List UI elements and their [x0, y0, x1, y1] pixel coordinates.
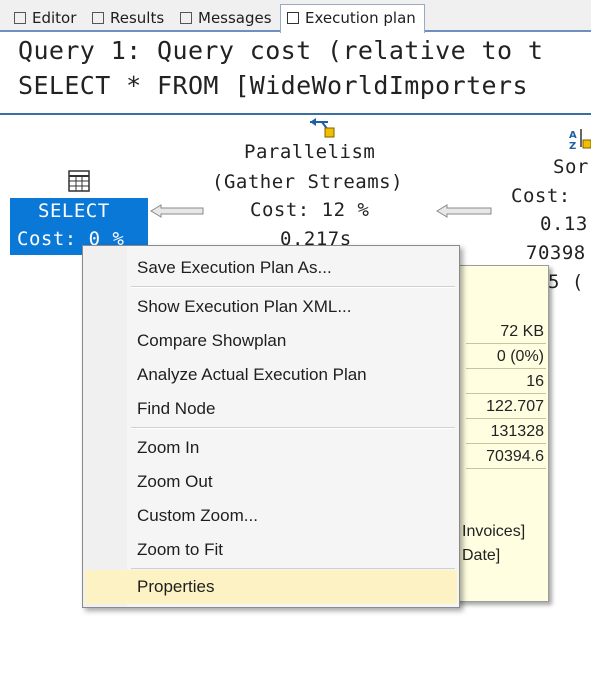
menu-item-label: Compare Showplan [137, 331, 287, 350]
menu-item-label: Show Execution Plan XML... [137, 297, 352, 316]
tab-messages-label: Messages [198, 9, 272, 27]
parallelism-node-cost: Cost: 12 % [250, 199, 370, 221]
svg-text:Z: Z [569, 141, 576, 151]
menu-item-compare-showplan[interactable]: Compare Showplan [85, 324, 457, 358]
property-object-text: Invoices] [462, 523, 526, 540]
tab-editor-label: Editor [32, 9, 77, 27]
tab-execution-plan-label: Execution plan [305, 9, 416, 27]
menu-item-label: Zoom to Fit [137, 540, 223, 559]
property-value: 70394.6 [466, 446, 546, 469]
menu-item-label: Zoom In [137, 438, 200, 457]
grid-icon [92, 12, 104, 24]
menu-item-save-plan[interactable]: Save Execution Plan As... [85, 251, 457, 285]
menu-item-label: Zoom Out [137, 472, 213, 491]
parallelism-node-icon[interactable] [308, 116, 336, 140]
property-value: 72 KB [466, 321, 546, 344]
context-menu: Save Execution Plan As... Show Execution… [82, 245, 460, 608]
sort-node-icon[interactable]: A Z [568, 127, 591, 152]
menu-item-show-xml[interactable]: Show Execution Plan XML... [85, 290, 457, 324]
sort-node-val3: 5 ( [548, 271, 584, 293]
property-orderby-text: Date] [462, 547, 501, 564]
menu-item-zoom-in[interactable]: Zoom In [85, 431, 457, 465]
tab-execution-plan[interactable]: Execution plan [280, 4, 425, 33]
svg-text:A: A [569, 130, 577, 141]
property-value: 16 [466, 371, 546, 394]
node-properties-tooltip: 72 KB 0 (0%) 16 122.707 131328 70394.6 I… [455, 265, 549, 602]
menu-item-label: Analyze Actual Execution Plan [137, 365, 367, 384]
parallelism-icon [310, 118, 335, 138]
parallelism-node-sub: (Gather Streams) [212, 171, 404, 193]
property-value: 0 (0%) [466, 346, 546, 369]
property-value: 122.707 [466, 396, 546, 419]
sort-node-cost: Cost: [511, 185, 571, 207]
execution-plan-icon [287, 12, 299, 24]
menu-separator-highlight [131, 428, 455, 429]
query-cost-line: Query 1: Query cost (relative to t [18, 36, 544, 65]
menu-item-zoom-to-fit[interactable]: Zoom to Fit [85, 533, 457, 567]
sort-icon: A Z [569, 129, 591, 152]
menu-item-custom-zoom[interactable]: Custom Zoom... [85, 499, 457, 533]
select-node-icon[interactable] [68, 170, 90, 192]
tab-results[interactable]: Results [92, 6, 164, 30]
query-text-line: SELECT * FROM [WideWorldImporters [18, 71, 528, 100]
messages-icon [180, 12, 192, 24]
menu-item-label: Custom Zoom... [137, 506, 258, 525]
sort-node-name: Sor [553, 156, 589, 178]
editor-icon [14, 12, 26, 24]
property-value: 131328 [466, 421, 546, 444]
tab-bar: Editor Results Messages Execution plan [0, 0, 591, 33]
menu-separator-highlight [131, 287, 455, 288]
menu-item-label: Save Execution Plan As... [137, 258, 332, 277]
menu-item-zoom-out[interactable]: Zoom Out [85, 465, 457, 499]
select-node-name: SELECT [38, 200, 110, 222]
menu-item-label: Find Node [137, 399, 216, 418]
flow-arrow-2 [436, 204, 492, 218]
sort-node-val2: 70398 [526, 242, 586, 264]
parallelism-node-name: Parallelism [244, 141, 376, 163]
flow-arrow-1 [150, 204, 204, 218]
menu-separator [131, 568, 455, 569]
menu-item-label: Properties [137, 577, 215, 596]
menu-item-find-node[interactable]: Find Node [85, 392, 457, 426]
sort-node-val1: 0.13 [540, 213, 588, 235]
menu-item-analyze-plan[interactable]: Analyze Actual Execution Plan [85, 358, 457, 392]
menu-item-properties[interactable]: Properties [85, 570, 457, 604]
tab-editor[interactable]: Editor [14, 6, 76, 30]
table-icon [68, 170, 90, 192]
tab-results-label: Results [110, 9, 165, 27]
tab-messages[interactable]: Messages [180, 6, 272, 30]
query-separator [0, 113, 591, 115]
